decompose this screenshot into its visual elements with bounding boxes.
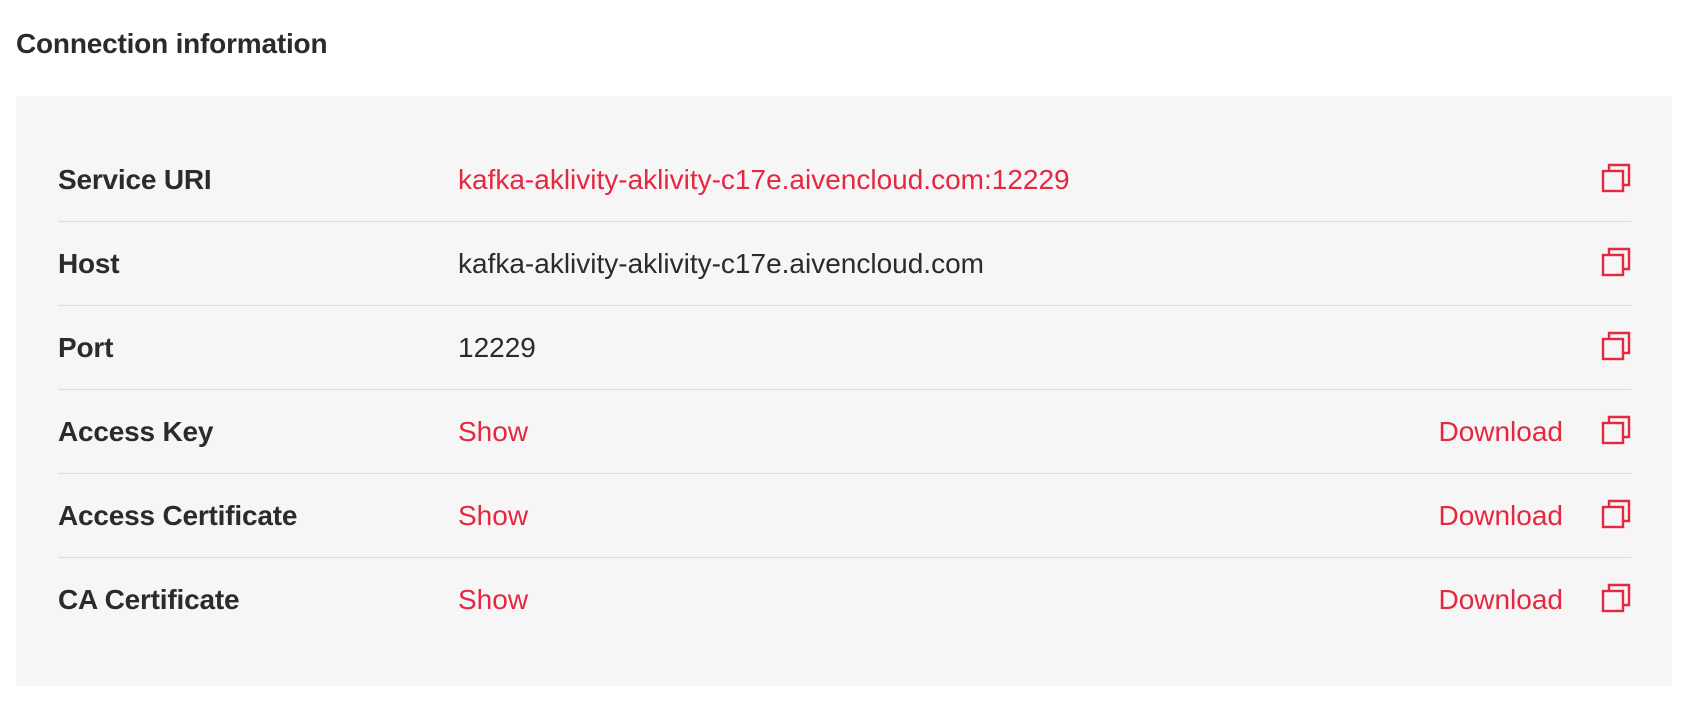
copy-icon[interactable] bbox=[1601, 499, 1631, 529]
copy-icon[interactable] bbox=[1601, 331, 1631, 361]
row-service-uri: Service URI kafka-aklivity-aklivity-c17e… bbox=[58, 138, 1631, 222]
row-port: Port 12229 bbox=[58, 306, 1631, 390]
copy-icon[interactable] bbox=[1601, 583, 1631, 613]
access-key-download-button[interactable]: Download bbox=[1438, 416, 1563, 448]
ca-certificate-show-button[interactable]: Show bbox=[458, 584, 528, 615]
host-label: Host bbox=[58, 247, 120, 279]
row-access-certificate: Access Certificate Show Download bbox=[58, 474, 1631, 558]
access-key-show-button[interactable]: Show bbox=[458, 416, 528, 447]
service-uri-label: Service URI bbox=[58, 163, 212, 195]
page-title: Connection information bbox=[16, 28, 328, 59]
connection-info-list: Service URI kafka-aklivity-aklivity-c17e… bbox=[58, 138, 1631, 642]
row-ca-certificate: CA Certificate Show Download bbox=[58, 558, 1631, 642]
row-access-key: Access Key Show Download bbox=[58, 390, 1631, 474]
row-host: Host kafka-aklivity-aklivity-c17e.aivenc… bbox=[58, 222, 1631, 306]
copy-icon[interactable] bbox=[1601, 163, 1631, 193]
access-certificate-label: Access Certificate bbox=[58, 499, 298, 531]
connection-info-panel: Service URI kafka-aklivity-aklivity-c17e… bbox=[16, 96, 1672, 686]
service-uri-value[interactable]: kafka-aklivity-aklivity-c17e.aivencloud.… bbox=[458, 164, 1631, 196]
access-certificate-download-button[interactable]: Download bbox=[1438, 500, 1563, 532]
copy-icon[interactable] bbox=[1601, 415, 1631, 445]
host-value: kafka-aklivity-aklivity-c17e.aivencloud.… bbox=[458, 247, 984, 279]
port-label: Port bbox=[58, 331, 114, 363]
ca-certificate-label: CA Certificate bbox=[58, 584, 240, 615]
access-key-label: Access Key bbox=[58, 415, 214, 447]
access-certificate-show-button[interactable]: Show bbox=[458, 500, 528, 531]
port-value: 12229 bbox=[458, 331, 536, 363]
ca-certificate-download-button[interactable]: Download bbox=[1438, 584, 1563, 616]
copy-icon[interactable] bbox=[1601, 247, 1631, 277]
